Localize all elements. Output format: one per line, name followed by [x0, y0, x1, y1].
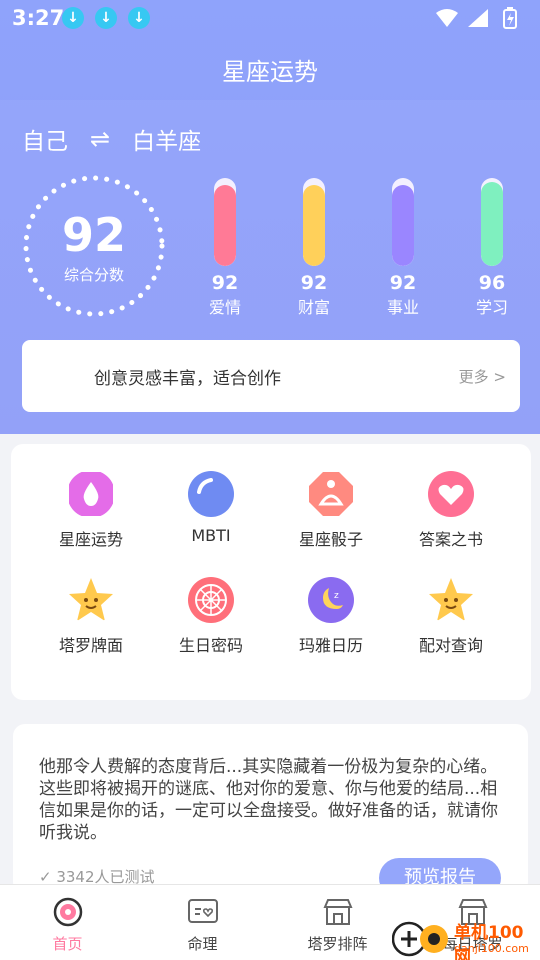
- feature-tarot-card[interactable]: 塔罗牌面: [31, 576, 151, 672]
- wifi-icon: [436, 9, 458, 27]
- feature-label: 玛雅日历: [298, 636, 363, 655]
- bar-fill: [481, 181, 503, 266]
- svg-text:z: z: [334, 591, 339, 601]
- bar-label: 学习: [475, 298, 508, 317]
- bar-label: 爱情: [208, 298, 241, 317]
- status-bar: 3:27 ↓ ↓ ↓: [0, 0, 540, 36]
- feature-mbti[interactable]: MBTI: [151, 470, 271, 566]
- feature-label: 生日密码: [178, 636, 243, 655]
- status-time: 3:27: [12, 6, 65, 30]
- download-icon: ↓: [128, 7, 150, 29]
- tab-label: 塔罗排阵: [307, 935, 368, 953]
- shop-icon: [322, 899, 353, 925]
- watermark-logo: [392, 921, 448, 957]
- system-status-icons: [436, 7, 517, 29]
- bar-value: 92: [211, 272, 239, 294]
- tab-tarot-spread[interactable]: 塔罗排阵: [270, 885, 405, 960]
- meditation-icon: [309, 472, 353, 516]
- star-face-icon: [429, 578, 473, 621]
- bar-label: 事业: [386, 298, 419, 317]
- sphere-icon: [188, 471, 234, 517]
- sign-name[interactable]: 白羊座: [132, 122, 201, 156]
- feature-label: 配对查询: [418, 636, 483, 655]
- more-link[interactable]: 更多 >: [459, 366, 506, 387]
- sign-selector[interactable]: 自己 ⇌ 白羊座: [22, 122, 201, 156]
- bar-study: [481, 178, 503, 266]
- tab-label: 命理: [187, 935, 218, 953]
- star-face-icon: [69, 578, 113, 621]
- overall-score-label: 综合分数: [63, 266, 124, 284]
- story-card[interactable]: 他那令人费解的态度背后...其实隐藏着一份极为复杂的心绪。这些即将被揭开的谜底、…: [13, 724, 528, 898]
- bar-label: 财富: [297, 298, 330, 317]
- bar-career: [392, 178, 414, 266]
- watermark-url: danji100.com: [454, 942, 529, 955]
- home-flower-icon: [53, 897, 82, 927]
- daily-tip-text: 创意灵感丰富，适合创作: [94, 369, 281, 389]
- app-screen: 3:27 ↓ ↓ ↓ 星座运势 自己 ⇌ 白羊座 92 综合分数 92 爱情 9…: [0, 0, 540, 960]
- bar-fill: [303, 185, 325, 266]
- feature-maya-calendar[interactable]: z 玛雅日历: [271, 576, 391, 672]
- card-heart-icon: [187, 899, 218, 923]
- watermark: 单机100网 danji100.com: [392, 918, 540, 960]
- download-icon: ↓: [62, 7, 84, 29]
- tab-label: 首页: [52, 935, 83, 953]
- feature-match-query[interactable]: 配对查询: [391, 576, 511, 672]
- bar-value: 96: [478, 272, 506, 294]
- story-text: 他那令人费解的态度背后...其实隐藏着一份极为复杂的心绪。这些即将被揭开的谜底、…: [39, 757, 498, 843]
- overall-score: 92: [61, 208, 126, 262]
- download-icon: ↓: [95, 7, 117, 29]
- moon-sleep-icon: z: [308, 577, 354, 623]
- feature-label: 星座骰子: [298, 530, 363, 549]
- feature-birthday-code[interactable]: 生日密码: [151, 576, 271, 672]
- feature-horoscope[interactable]: 星座运势: [31, 470, 151, 566]
- feature-label: MBTI: [191, 526, 231, 545]
- feature-answer-book[interactable]: 答案之书: [391, 470, 511, 566]
- feature-label: 星座运势: [58, 530, 123, 549]
- page-title: 星座运势: [222, 58, 318, 86]
- water-drop-icon: [69, 472, 113, 516]
- daily-tip-card[interactable]: 创意灵感丰富，适合创作 更多 >: [22, 340, 520, 412]
- feature-dice[interactable]: 星座骰子: [271, 470, 391, 566]
- feature-grid: 星座运势 MBTI 星座骰子 答案之书 塔罗牌面 生日密码 z 玛雅日历 配对查…: [11, 444, 531, 700]
- tab-home[interactable]: 首页: [0, 885, 135, 960]
- bar-value: 92: [389, 272, 417, 294]
- self-label: 自己: [22, 129, 68, 155]
- compass-wheel-icon: [188, 577, 234, 623]
- bar-wealth: [303, 178, 325, 266]
- bar-fill: [392, 185, 414, 266]
- bar-fill: [214, 185, 236, 266]
- bar-value: 92: [300, 272, 328, 294]
- signal-icon: [468, 9, 488, 27]
- feature-label: 塔罗牌面: [58, 636, 123, 655]
- feature-label: 答案之书: [418, 530, 483, 549]
- swap-arrows-icon[interactable]: ⇌: [90, 125, 110, 153]
- heart-icon: [428, 471, 474, 517]
- bar-love: [214, 178, 236, 266]
- tab-fortune[interactable]: 命理: [135, 885, 270, 960]
